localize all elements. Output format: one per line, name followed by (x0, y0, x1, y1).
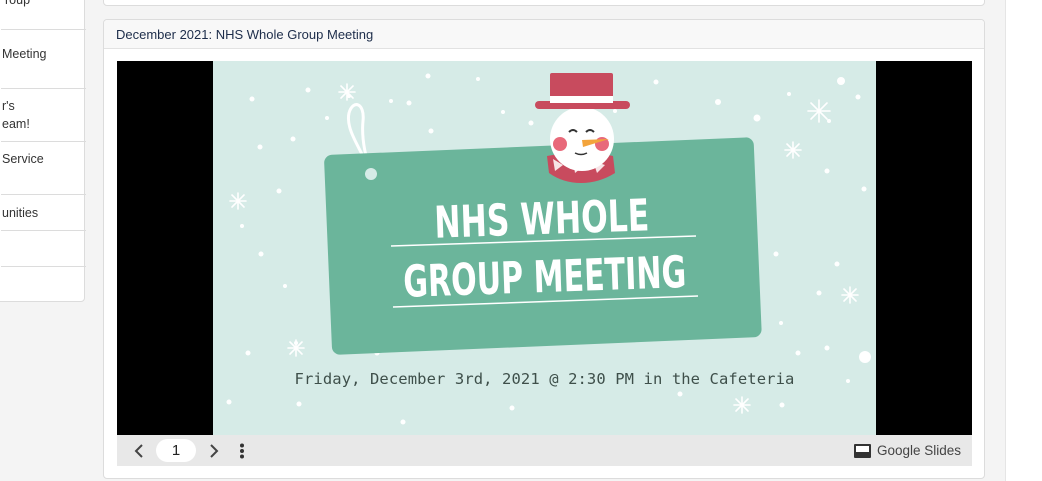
slide-title-line1: NHS WHOLE (433, 190, 650, 248)
slides-toolbar: 1 Google Slides (117, 435, 972, 466)
sidebar-item-service[interactable]: Service (1, 142, 86, 195)
sidebar-item-blank[interactable] (1, 231, 86, 267)
google-slides-icon (853, 443, 871, 458)
sidebar-nav: roup Meeting r's eam! Service unities (0, 0, 86, 302)
chevron-left-icon (134, 443, 143, 458)
sidebar-item-label: roup (5, 0, 31, 7)
page-number-input[interactable]: 1 (156, 439, 196, 462)
sidebar-item-label: eam! (2, 117, 30, 131)
sidebar-item-group[interactable]: roup (1, 0, 86, 30)
sidebar-item-label: unities (2, 206, 39, 220)
slide-canvas[interactable]: NHS WHOLE GROUP MEETING Friday, December… (213, 61, 876, 435)
card-header: December 2021: NHS Whole Group Meeting (104, 20, 984, 49)
next-slide-button[interactable] (204, 435, 224, 466)
sidebar-item-label: r's (2, 99, 15, 113)
sidebar-item-opportunities[interactable]: unities (1, 195, 86, 231)
previous-card (103, 0, 985, 6)
slides-embed[interactable]: NHS WHOLE GROUP MEETING Friday, December… (117, 61, 972, 466)
chevron-right-icon (210, 443, 219, 458)
more-options-button[interactable] (232, 435, 252, 466)
slide-title-line2: GROUP MEETING (402, 247, 687, 308)
sidebar-item-label: Meeting (2, 47, 47, 61)
right-panel (1005, 0, 1042, 481)
more-vert-icon (240, 443, 244, 458)
google-slides-link[interactable]: Google Slides (853, 435, 961, 466)
sidebar-item-team[interactable]: r's eam! (1, 89, 86, 142)
sidebar-item-label: Service (2, 152, 44, 166)
google-slides-label: Google Slides (876, 443, 961, 458)
slide-date-text: Friday, December 3rd, 2021 @ 2:30 PM in … (294, 370, 795, 388)
prev-slide-button[interactable] (129, 435, 149, 466)
sidebar-item-meeting[interactable]: Meeting (1, 30, 86, 89)
slides-card: December 2021: NHS Whole Group Meeting N… (103, 19, 985, 479)
card-title: December 2021: NHS Whole Group Meeting (116, 27, 374, 42)
